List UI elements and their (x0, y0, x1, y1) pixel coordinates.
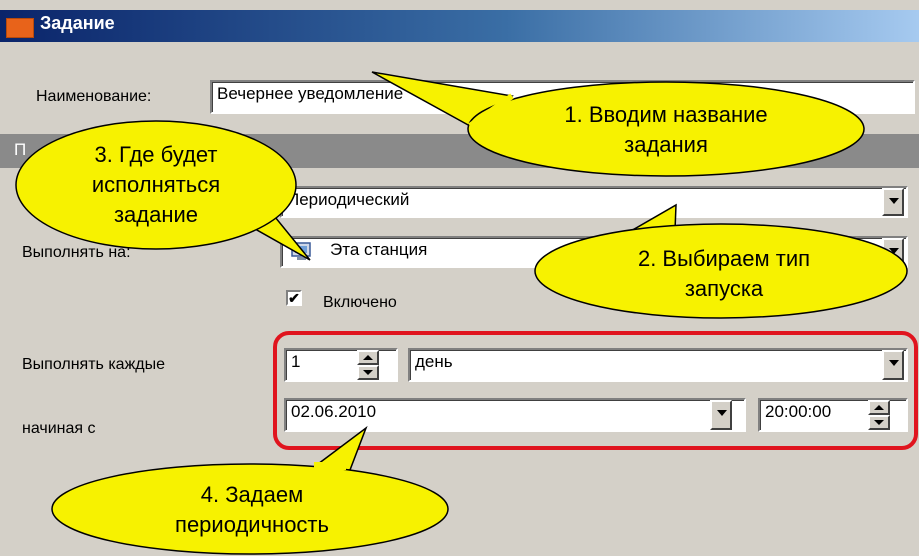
callout-3-line-2: исполняться (92, 172, 220, 197)
callout-3-line-1: 3. Где будет (95, 142, 218, 167)
callout-3-line-3: задание (114, 202, 198, 227)
callout-1-line-2: задания (624, 132, 708, 157)
callout-2: 2. Выбираем тип запуска (534, 203, 908, 319)
callout-3: 3. Где будет исполняться задание (15, 120, 311, 261)
annotation-overlay: 1. Вводим название задания 2. Выбираем т… (15, 71, 918, 555)
callout-1-line-1: 1. Вводим название (564, 102, 767, 127)
callout-1: 1. Вводим название задания (371, 71, 865, 177)
callout-4-line-2: периодичность (175, 512, 329, 537)
periodicity-highlight-frame (273, 331, 918, 450)
callout-4-line-1: 4. Задаем (201, 482, 303, 507)
callout-2-line-1: 2. Выбираем тип (638, 246, 810, 271)
callout-2-line-2: запуска (685, 276, 764, 301)
